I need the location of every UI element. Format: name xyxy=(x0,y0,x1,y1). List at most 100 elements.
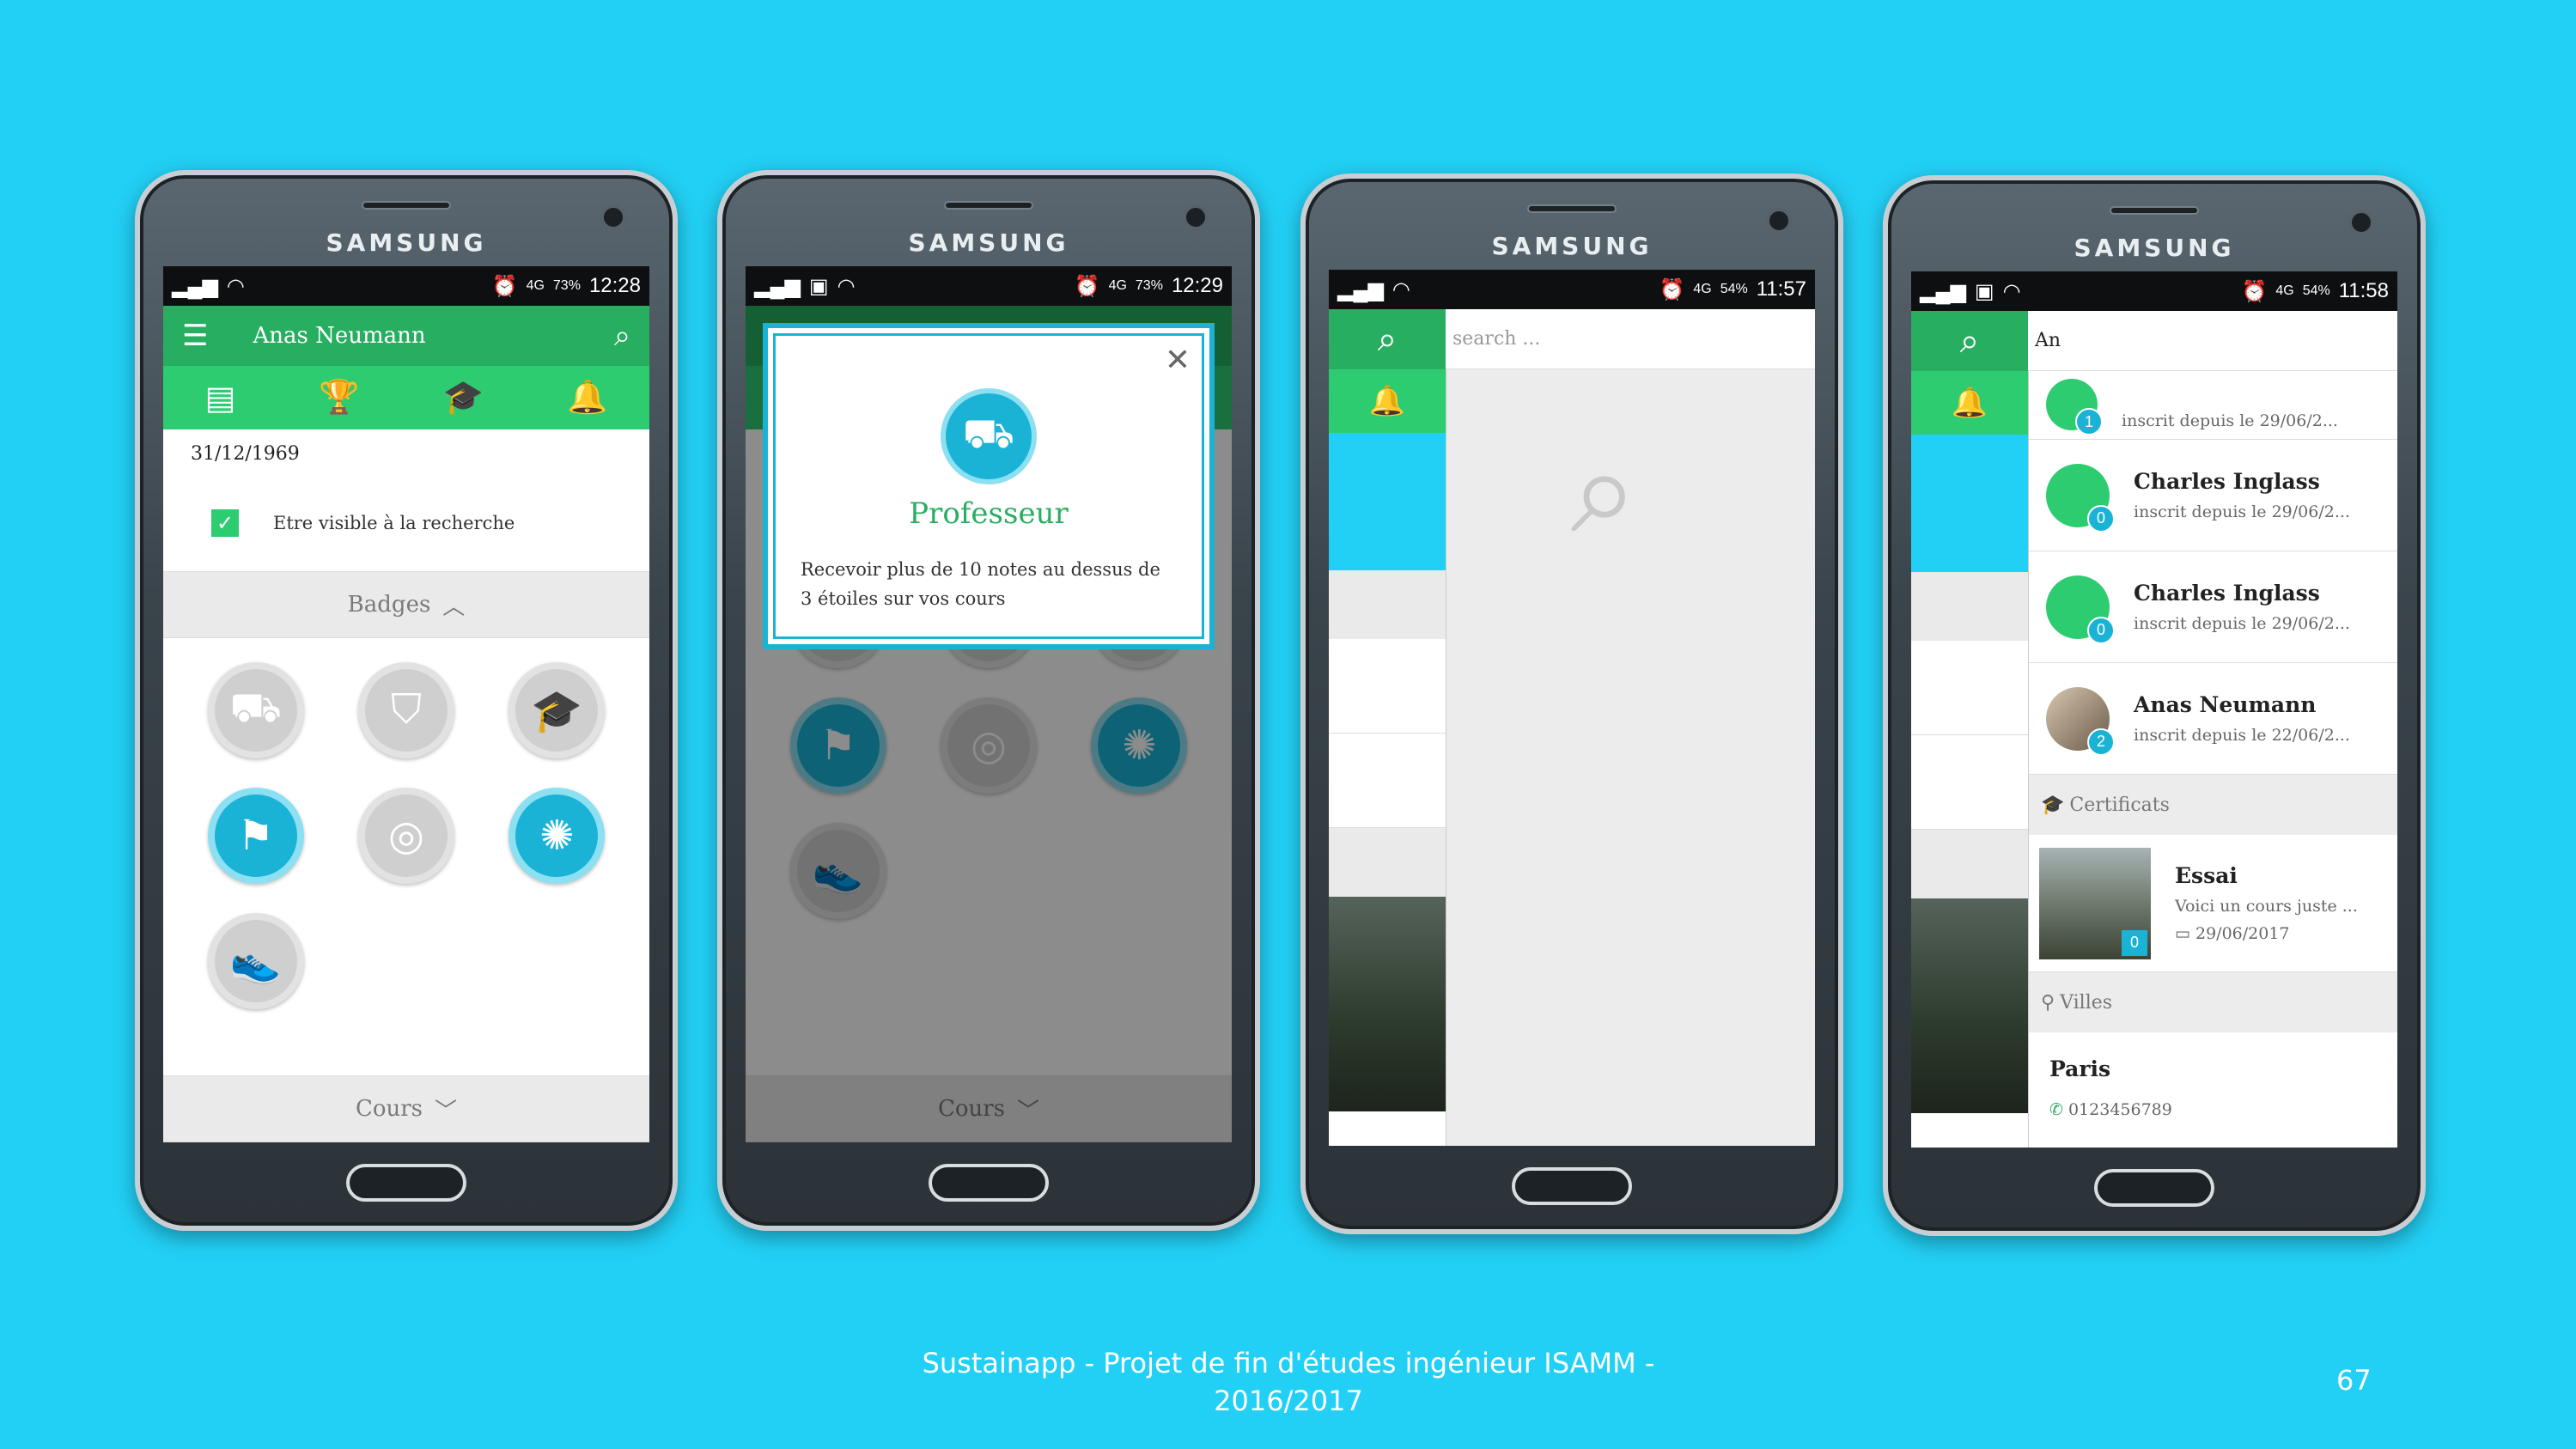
signal-icon: ▂▄▆ xyxy=(1920,279,1966,303)
alarm-icon: ⏰ xyxy=(2241,279,2268,303)
avatar: 0 xyxy=(2046,463,2115,533)
courses-header[interactable]: Cours ﹀ xyxy=(163,1075,649,1142)
map-pin-icon: ⚲ xyxy=(2041,991,2055,1014)
avatar: 2 xyxy=(2046,686,2115,756)
ville-row[interactable]: Paris ✆ 0123456789 xyxy=(2029,1032,2397,1148)
image-icon: ▣ xyxy=(1974,279,1994,303)
teacher-badge-icon[interactable]: ⛟ xyxy=(207,662,304,758)
certificat-name: Essai xyxy=(2175,863,2238,888)
shield-badge-icon[interactable]: ⛉ xyxy=(357,662,454,758)
result-name: Charles Inglass xyxy=(2134,581,2320,606)
visibility-option[interactable]: ✓ Etre visible à la recherche xyxy=(163,478,649,571)
speaker xyxy=(1527,204,1617,213)
search-input[interactable]: search ... xyxy=(1446,309,1815,369)
courses-label: Cours xyxy=(355,1096,423,1122)
search-icon[interactable]: ⌕ xyxy=(1911,311,2028,371)
wifi-icon: ◠ xyxy=(837,274,856,298)
avatar: 1 xyxy=(2046,379,2103,435)
badge-count: 2 xyxy=(2087,728,2115,756)
result-row[interactable]: 0 Charles Inglass inscrit depuis le 29/06… xyxy=(2029,551,2397,663)
villes-header: ⚲ Villes xyxy=(2029,972,2397,1032)
trophy-tab-icon[interactable]: 🏆 xyxy=(319,379,359,417)
badge-grid: ⛟ ⛉ 🎓 ⚑ ◎ ✺ 👟 xyxy=(163,638,649,1033)
battery-label: 73% xyxy=(552,278,581,293)
tab-bar: ▤ 🏆 🎓 🔔 xyxy=(163,366,649,429)
screen-profile: ▂▄▆ ◠ ⏰ 4G 73% 12:28 ☰ Anas Neumann ⌕ ▤ 🏆 🎓 … xyxy=(163,266,649,1142)
villes-label: Villes xyxy=(2060,991,2113,1014)
bell-tab-icon: 🔔 xyxy=(1911,371,2028,435)
target-badge-icon[interactable]: ◎ xyxy=(357,788,454,884)
ribbon-badge-icon[interactable]: ✺ xyxy=(509,788,606,884)
result-name: Anas Neumann xyxy=(2134,692,2317,717)
status-bar: ▂▄▆ ▣ ◠ ⏰ 4G 73% 12:29 xyxy=(746,266,1232,306)
search-icon[interactable]: ⌕ xyxy=(1329,309,1446,369)
home-button[interactable] xyxy=(2094,1169,2214,1207)
search-icon[interactable]: ⌕ xyxy=(614,320,630,353)
home-button[interactable] xyxy=(1512,1167,1632,1205)
speaker xyxy=(362,201,451,210)
brand-logo: SAMSUNG xyxy=(1491,232,1653,260)
bell-tab-icon[interactable]: 🔔 xyxy=(567,379,607,417)
wifi-icon: ◠ xyxy=(226,274,245,298)
battery-label: 73% xyxy=(1135,278,1163,293)
status-time: 12:28 xyxy=(588,274,641,297)
result-name: Charles Inglass xyxy=(2134,469,2320,494)
graduation-cap-tab-icon[interactable]: 🎓 xyxy=(443,379,484,417)
background-profile: 🔔 xyxy=(1329,369,1446,1146)
home-button[interactable] xyxy=(346,1164,466,1202)
result-row[interactable]: 1 inscrit depuis le 29/06/2... xyxy=(2029,371,2397,440)
footer-line-1: Sustainapp - Projet de fin d'études ingé… xyxy=(922,1347,1655,1379)
close-icon[interactable]: ✕ xyxy=(1165,342,1191,378)
result-subtitle: inscrit depuis le 29/06/2... xyxy=(2134,502,2350,521)
result-row[interactable]: 0 Charles Inglass inscrit depuis le 29/06… xyxy=(2029,440,2397,551)
certificat-thumbnail: 0 xyxy=(2039,847,2151,959)
search-input[interactable]: An xyxy=(2028,311,2397,371)
speaker xyxy=(944,201,1033,210)
battery-label: 54% xyxy=(1720,282,1748,296)
profile-tab-icon[interactable]: ▤ xyxy=(205,379,236,417)
ville-phone: 0123456789 xyxy=(2067,1100,2172,1119)
home-button[interactable] xyxy=(929,1164,1049,1202)
result-row[interactable]: 2 Anas Neumann inscrit depuis le 22/06/2.… xyxy=(2029,663,2397,775)
menu-icon[interactable]: ☰ xyxy=(182,319,208,353)
status-time: 12:29 xyxy=(1171,274,1223,297)
chevron-up-icon: ︿ xyxy=(442,594,466,620)
certificat-date-row: ▭ 29/06/2017 xyxy=(2175,924,2358,943)
app-bar: ☰ Anas Neumann ⌕ xyxy=(163,306,649,366)
network-label: 4G xyxy=(526,278,545,293)
modal-overlay[interactable]: ✕ ⛟ Professeur Recevoir plus de 10 notes… xyxy=(746,306,1232,1142)
brand-logo: SAMSUNG xyxy=(908,228,1069,257)
graduation-badge-icon[interactable]: 🎓 xyxy=(509,662,606,758)
dialog-text: Recevoir plus de 10 notes au dessus de 3… xyxy=(801,559,1160,609)
alarm-icon: ⏰ xyxy=(1659,277,1685,301)
magnifier-placeholder-icon: ⌕ xyxy=(1570,423,1638,557)
status-time: 11:57 xyxy=(1756,277,1806,301)
status-bar: ▂▄▆ ▣ ◠ ⏰ 4G 54% 11:58 xyxy=(1911,271,2397,311)
signal-icon: ▂▄▆ xyxy=(1337,277,1384,301)
result-subtitle: inscrit depuis le 22/06/2... xyxy=(2134,726,2350,745)
status-time: 11:58 xyxy=(2338,279,2389,302)
certificats-label: Certificats xyxy=(2069,794,2170,816)
badge-count: 0 xyxy=(2087,504,2115,533)
landscape-image xyxy=(1329,897,1446,1111)
camera xyxy=(2348,210,2374,235)
footer-line-2: 2016/2017 xyxy=(1214,1385,1363,1417)
graduation-cap-icon: 🎓 xyxy=(2041,794,2065,816)
alarm-icon: ⏰ xyxy=(1074,274,1100,298)
ville-phone-row: ✆ 0123456789 xyxy=(2049,1100,2172,1119)
slide-footer: Sustainapp - Projet de fin d'études ingé… xyxy=(859,1344,1718,1420)
checkbox-checked-icon[interactable]: ✓ xyxy=(211,509,239,537)
badges-header[interactable]: Badges ︿ xyxy=(163,571,649,638)
screen-search-results: ▂▄▆ ▣ ◠ ⏰ 4G 54% 11:58 ⌕ An 🔔 1 inscrit depui… xyxy=(1911,271,2397,1148)
network-label: 4G xyxy=(2275,283,2294,298)
phone-4: SAMSUNG ▂▄▆ ▣ ◠ ⏰ 4G 54% 11:58 ⌕ An 🔔 1 inscr… xyxy=(1883,175,2426,1236)
phone-3: SAMSUNG ▂▄▆ ◠ ⏰ 4G 54% 11:57 ⌕ search ... 🔔 … xyxy=(1300,174,1843,1234)
teacher-badge-icon: ⛟ xyxy=(941,388,1037,484)
flag-badge-icon[interactable]: ⚑ xyxy=(207,788,304,884)
battery-label: 54% xyxy=(2302,283,2330,298)
shoe-badge-icon[interactable]: 👟 xyxy=(207,913,304,1009)
search-bar: ⌕ An xyxy=(1911,311,2397,371)
chevron-down-icon: ﹀ xyxy=(435,1098,458,1124)
certificat-row[interactable]: 0 Essai Voici un cours juste ... ▭ 29/06… xyxy=(2029,835,2397,972)
network-label: 4G xyxy=(1693,282,1712,296)
